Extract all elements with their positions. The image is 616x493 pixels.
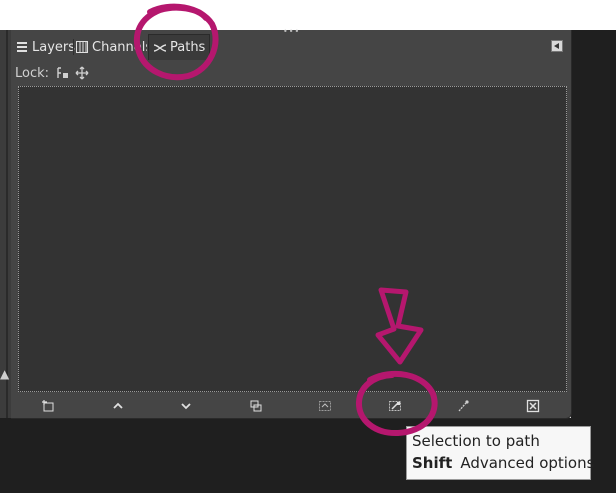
lock-row: Lock: xyxy=(15,64,89,82)
paths-dock-panel: Layers Channels Paths Lock: xyxy=(11,30,572,419)
chevron-up-icon xyxy=(111,399,125,413)
tab-channels[interactable]: Channels xyxy=(75,36,147,58)
lock-label: Lock: xyxy=(15,65,50,81)
dock-drag-handle[interactable]: ••• xyxy=(283,28,301,36)
paint-path-icon xyxy=(456,399,470,413)
path-to-selection-icon xyxy=(318,399,332,413)
duplicate-icon xyxy=(249,399,263,413)
paths-icon xyxy=(153,41,167,55)
new-path-button[interactable] xyxy=(40,398,56,414)
chevron-down-icon xyxy=(179,399,193,413)
delete-path-button[interactable] xyxy=(525,398,541,414)
tooltip: Selection to path Shift Advanced options xyxy=(406,426,594,480)
tooltip-modifier-key: Shift xyxy=(412,454,453,472)
tooltip-title: Selection to path xyxy=(412,432,540,450)
tab-paths[interactable]: Paths xyxy=(148,34,211,60)
lock-move-icon[interactable] xyxy=(75,66,89,80)
duplicate-path-button[interactable] xyxy=(248,398,264,414)
raise-path-button[interactable] xyxy=(110,398,126,414)
selection-to-path-button[interactable] xyxy=(387,398,403,414)
delete-icon xyxy=(526,399,540,413)
selection-to-path-icon xyxy=(388,399,402,413)
tab-label: Layers xyxy=(32,39,76,55)
tab-label: Paths xyxy=(170,40,206,55)
paths-list[interactable] xyxy=(18,86,567,392)
lock-position-icon[interactable] xyxy=(55,66,69,80)
layers-icon xyxy=(15,40,29,54)
path-to-selection-button[interactable] xyxy=(317,398,333,414)
channels-icon xyxy=(75,40,89,54)
tooltip-hint-text: Advanced options xyxy=(460,454,595,472)
paths-toolbar xyxy=(11,394,571,418)
tab-label: Channels xyxy=(92,39,147,55)
tab-layers[interactable]: Layers xyxy=(15,36,75,58)
paint-along-path-button[interactable] xyxy=(455,398,471,414)
new-path-icon xyxy=(41,399,55,413)
tooltip-hint: Shift Advanced options xyxy=(412,454,594,472)
window-background xyxy=(571,30,616,418)
scroll-up-arrow-icon[interactable]: ▲ xyxy=(0,368,9,380)
dock-menu-button[interactable] xyxy=(551,40,563,52)
lower-path-button[interactable] xyxy=(178,398,194,414)
